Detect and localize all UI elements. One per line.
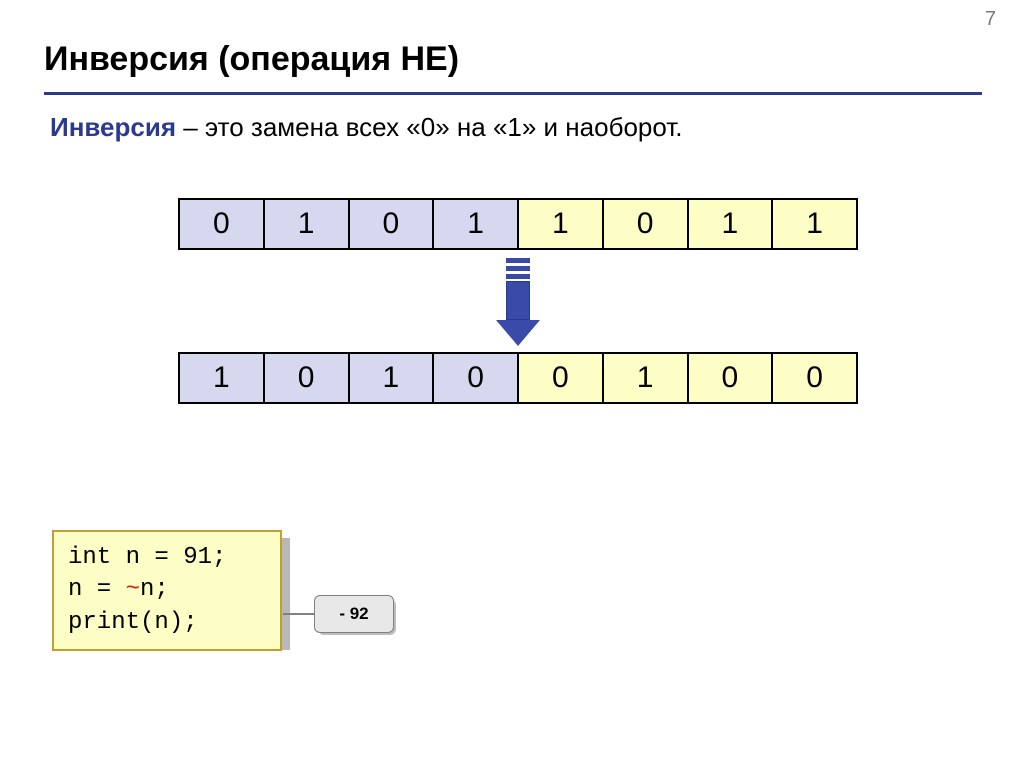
page-number: 7 bbox=[985, 8, 996, 31]
bit-cell: 1 bbox=[604, 354, 689, 402]
code-line-1: int n = 91; bbox=[68, 544, 226, 571]
definition-term: Инверсия bbox=[50, 112, 176, 142]
code-line-2a: n = bbox=[68, 576, 126, 603]
bit-cell: 1 bbox=[265, 200, 350, 248]
slide-title: Инверсия (операция НЕ) bbox=[44, 40, 459, 79]
bit-cell: 1 bbox=[519, 200, 604, 248]
code-box: int n = 91; n = ~n; print(n); bbox=[52, 530, 282, 651]
bit-cell: 0 bbox=[434, 354, 519, 402]
bit-cell: 0 bbox=[265, 354, 350, 402]
bit-cell: 1 bbox=[434, 200, 519, 248]
definition-rest: – это замена всех «0» на «1» и наоборот. bbox=[176, 112, 683, 142]
bit-cell: 0 bbox=[180, 200, 265, 248]
bit-cell: 0 bbox=[689, 354, 774, 402]
result-value: - 92 bbox=[314, 595, 394, 633]
bits-before-row: 01011011 bbox=[178, 198, 858, 250]
bit-cell: 0 bbox=[773, 354, 856, 402]
bit-cell: 1 bbox=[773, 200, 856, 248]
arrow-down-icon bbox=[498, 258, 538, 346]
code-line-3: print(n); bbox=[68, 609, 198, 636]
definition-text: Инверсия – это замена всех «0» на «1» и … bbox=[50, 112, 683, 143]
bit-cell: 0 bbox=[350, 200, 435, 248]
result-box: - 92 bbox=[314, 595, 394, 633]
code-line-2c: n; bbox=[140, 576, 169, 603]
title-underline bbox=[44, 92, 982, 95]
bit-cell: 1 bbox=[689, 200, 774, 248]
connector-line bbox=[283, 613, 315, 615]
bit-cell: 0 bbox=[519, 354, 604, 402]
bit-cell: 1 bbox=[350, 354, 435, 402]
tilde-operator: ~ bbox=[126, 576, 140, 603]
bit-cell: 0 bbox=[604, 200, 689, 248]
bit-cell: 1 bbox=[180, 354, 265, 402]
bits-after-row: 10100100 bbox=[178, 352, 858, 404]
